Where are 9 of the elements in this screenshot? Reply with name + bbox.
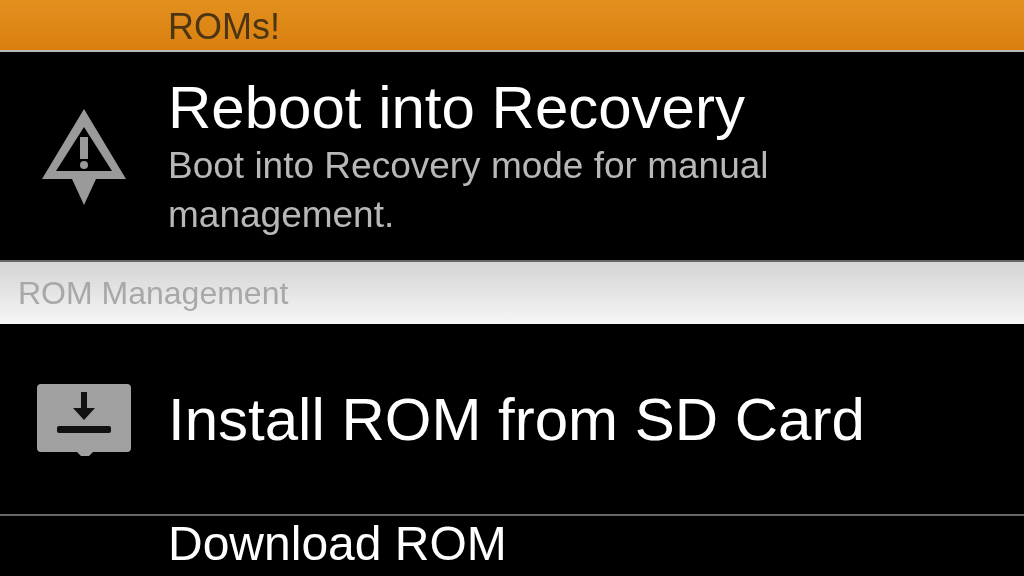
item-title: Reboot into Recovery — [168, 73, 746, 143]
section-title: ROM Management — [18, 274, 289, 312]
item-title: Install ROM from SD Card — [168, 384, 865, 454]
menu-item[interactable]: Download ROM — [0, 516, 1024, 576]
banner-text: ROMs! — [168, 5, 280, 49]
menu-item[interactable]: Install ROM from SD Card — [0, 324, 1024, 516]
item-description: Boot into Recovery mode for manual management. — [168, 144, 770, 237]
item-title: Download ROM — [168, 516, 507, 572]
sd-card-download-icon — [35, 382, 133, 456]
